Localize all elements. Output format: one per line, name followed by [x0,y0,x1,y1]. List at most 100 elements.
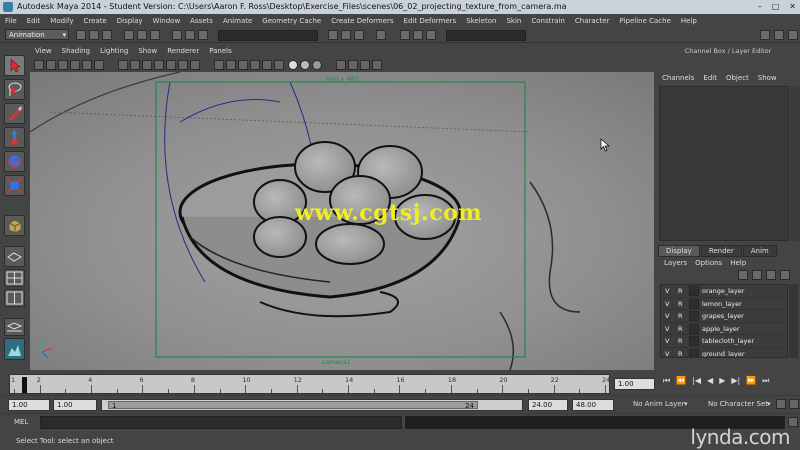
move-tool-icon[interactable] [4,127,25,148]
timeline-ruler[interactable]: 1 2 4 6 8 10 12 14 16 18 20 22 24 [9,374,610,394]
shadows-icon[interactable] [274,60,284,70]
smooth-shade-icon[interactable] [226,60,236,70]
visibility-toggle[interactable]: V [665,337,669,345]
range-handle[interactable]: 1 24 [108,401,478,410]
light-icon[interactable] [288,60,298,70]
rotate-tool-icon[interactable] [4,151,25,172]
menu-help[interactable]: Help [676,17,702,25]
menu-geometry-cache[interactable]: Geometry Cache [257,17,326,25]
film-gate-icon[interactable] [130,60,140,70]
layer-help-menu[interactable]: Help [730,259,746,267]
snap-grid-icon[interactable] [172,30,182,40]
layer-row[interactable]: V R ground_layer [661,348,787,358]
play-backward-icon[interactable]: ◀ [707,376,713,386]
menu-set-select[interactable]: Animation ▾ [5,29,69,40]
reference-toggle[interactable]: R [678,337,683,345]
menu-skeleton[interactable]: Skeleton [461,17,501,25]
layer-name[interactable]: grapes_layer [702,312,744,320]
grid-icon[interactable] [118,60,128,70]
numeric-input-field[interactable] [446,30,526,41]
save-scene-icon[interactable] [102,30,112,40]
go-to-start-icon[interactable]: ⏮ [663,376,670,386]
playback-start-field[interactable]: 1.00 [53,399,97,411]
menu-edit[interactable]: Edit [22,17,46,25]
current-time-indicator[interactable] [22,377,27,393]
paint-select-tool-icon[interactable] [4,103,25,124]
grease-pencil-icon[interactable] [94,60,104,70]
panel-menu-lighting[interactable]: Lighting [95,47,133,58]
ambient-occlusion-icon[interactable] [300,60,310,70]
layout-four-icon[interactable] [4,269,25,287]
animation-end-field[interactable]: 48.00 [572,399,614,411]
wireframe-on-shaded-icon[interactable] [238,60,248,70]
current-frame-field[interactable]: 1.00 [614,378,655,390]
wireframe-icon[interactable] [214,60,224,70]
mel-command-input[interactable] [40,416,402,429]
channel-box-area[interactable] [659,86,789,241]
tool-settings-icon[interactable] [413,30,423,40]
anim-layer-select[interactable]: No Anim Layer [633,400,684,408]
menu-create[interactable]: Create [78,17,111,25]
layout-persp-graph-icon[interactable] [4,318,25,336]
menu-animate[interactable]: Animate [218,17,257,25]
xray-icon[interactable] [348,60,358,70]
input-line-field[interactable] [218,30,318,41]
select-component-icon[interactable] [150,30,160,40]
image-plane-icon[interactable] [70,60,80,70]
go-to-end-icon[interactable]: ⏭ [762,376,769,386]
layer-name[interactable]: orange_layer [702,287,744,295]
open-scene-icon[interactable] [89,30,99,40]
isolate-select-icon[interactable] [336,60,346,70]
range-bar[interactable]: 1 24 [101,399,523,411]
visibility-toggle[interactable]: V [665,350,669,358]
menu-assets[interactable]: Assets [185,17,218,25]
tab-display[interactable]: Display [658,245,700,257]
menu-edit-deformers[interactable]: Edit Deformers [399,17,462,25]
chevron-down-icon[interactable]: ▾ [767,400,771,408]
layer-row[interactable]: V R tablecloth_layer [661,335,787,348]
maximize-button[interactable]: □ [772,2,780,11]
step-back-frame-icon[interactable]: |◀ [692,376,701,386]
menu-file[interactable]: File [0,17,22,25]
snap-point-icon[interactable] [198,30,208,40]
field-chart-icon[interactable] [166,60,176,70]
channel-box-scrollbar[interactable] [790,86,800,241]
layer-color-swatch[interactable] [689,348,699,357]
layer-color-swatch[interactable] [689,323,699,334]
bookmark-icon[interactable] [58,60,68,70]
reference-toggle[interactable]: R [678,325,683,333]
attribute-editor-icon[interactable] [400,30,410,40]
reference-toggle[interactable]: R [678,350,683,358]
menu-create-deformers[interactable]: Create Deformers [326,17,398,25]
reference-toggle[interactable]: R [678,287,683,295]
visibility-toggle[interactable]: V [665,325,669,333]
move-layer-down-icon[interactable] [780,270,790,280]
layer-name[interactable]: lemon_layer [702,300,742,308]
character-set-select[interactable]: No Character Set [708,400,768,408]
visibility-toggle[interactable]: V [665,287,669,295]
layer-name[interactable]: apple_layer [702,325,740,333]
channel-object-menu[interactable]: Object [726,74,749,82]
move-layer-up-icon[interactable] [766,270,776,280]
layer-row[interactable]: V R lemon_layer [661,298,787,310]
select-camera-icon[interactable] [34,60,44,70]
panel-menu-panels[interactable]: Panels [204,47,237,58]
toggle-sidebar-icon[interactable] [760,30,770,40]
scale-tool-icon[interactable] [4,175,25,196]
select-hierarchy-icon[interactable] [124,30,134,40]
close-button[interactable]: ✕ [789,2,796,11]
menu-pipeline-cache[interactable]: Pipeline Cache [614,17,675,25]
render-settings-icon[interactable] [354,30,364,40]
menu-constrain[interactable]: Constrain [526,17,570,25]
gate-mask-icon[interactable] [154,60,164,70]
step-forward-frame-icon[interactable]: ▶| [731,376,740,386]
layer-row[interactable]: V R grapes_layer [661,310,787,323]
step-forward-key-icon[interactable]: ⏩ [746,376,756,386]
play-forward-icon[interactable]: ▶ [719,376,725,386]
textured-icon[interactable] [250,60,260,70]
tab-render[interactable]: Render [700,245,742,257]
layer-color-swatch[interactable] [689,336,699,346]
hypershade-icon[interactable] [376,30,386,40]
layer-name[interactable]: tablecloth_layer [702,337,754,345]
menu-character[interactable]: Character [570,17,615,25]
